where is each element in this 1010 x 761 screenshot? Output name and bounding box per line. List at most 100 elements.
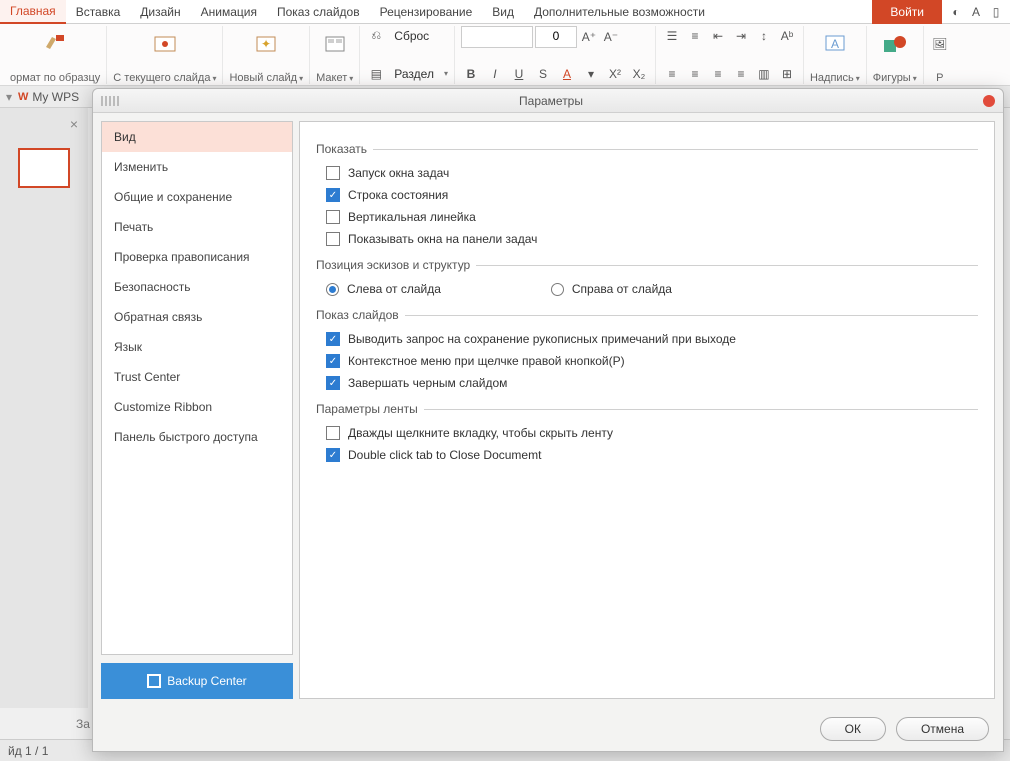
- columns-icon[interactable]: ▥: [754, 64, 774, 84]
- tab-insert[interactable]: Вставка: [66, 0, 131, 24]
- tab-design[interactable]: Дизайн: [130, 0, 190, 24]
- align-right-icon[interactable]: ≡: [708, 64, 728, 84]
- layout-label[interactable]: Макет: [316, 72, 353, 84]
- slide-thumbnail-1[interactable]: [18, 148, 70, 188]
- checkbox-icon[interactable]: [326, 332, 340, 346]
- textbox-label[interactable]: Надпись: [810, 72, 860, 84]
- tab-review[interactable]: Рецензирование: [370, 0, 483, 24]
- opt-context-menu[interactable]: Контекстное меню при щелчке правой кнопк…: [316, 350, 978, 372]
- font-a-icon[interactable]: A: [966, 2, 986, 22]
- align-center-icon[interactable]: ≡: [685, 64, 705, 84]
- text-dir-icon[interactable]: Aᵇ: [777, 26, 797, 46]
- close-dialog-icon[interactable]: [983, 95, 995, 107]
- tab-animation[interactable]: Анимация: [191, 0, 267, 24]
- checkbox-icon[interactable]: [326, 376, 340, 390]
- opt-label: Справа от слайда: [572, 282, 672, 296]
- align-justify-icon[interactable]: ≡: [731, 64, 751, 84]
- shapes-icon[interactable]: [881, 30, 909, 58]
- radio-icon[interactable]: [326, 283, 339, 296]
- cat-spellcheck[interactable]: Проверка правописания: [102, 242, 292, 272]
- from-current-label[interactable]: С текущего слайда: [113, 72, 216, 84]
- checkbox-icon[interactable]: [326, 426, 340, 440]
- font-color-icon[interactable]: A: [557, 64, 577, 84]
- close-pane-icon[interactable]: ×: [70, 116, 78, 132]
- grow-font-icon[interactable]: A⁺: [579, 27, 599, 47]
- underline-icon[interactable]: U: [509, 64, 529, 84]
- checkbox-icon[interactable]: [326, 210, 340, 224]
- section-label[interactable]: Раздел: [394, 67, 434, 81]
- subscript-icon[interactable]: X₂: [629, 64, 649, 84]
- font-family-combo[interactable]: [461, 26, 533, 48]
- section-icon[interactable]: ▤: [366, 64, 386, 84]
- opt-label: Выводить запрос на сохранение рукописных…: [348, 332, 736, 346]
- strike-icon[interactable]: S: [533, 64, 553, 84]
- status-slide-counter: йд 1 / 1: [8, 744, 48, 758]
- help-icon[interactable]: ▯: [986, 2, 1006, 22]
- superscript-icon[interactable]: X²: [605, 64, 625, 84]
- opt-status-bar[interactable]: Строка состояния: [316, 184, 978, 206]
- tab-home[interactable]: Главная: [0, 0, 66, 24]
- new-slide-icon[interactable]: ✦: [252, 30, 280, 58]
- layout-icon[interactable]: [321, 30, 349, 58]
- dropdown-arrow-icon[interactable]: ▾: [6, 90, 12, 104]
- opt-vertical-ruler[interactable]: Вертикальная линейка: [316, 206, 978, 228]
- opt-thumb-left[interactable]: Слева от слайда: [326, 278, 441, 300]
- cancel-button[interactable]: Отмена: [896, 717, 989, 741]
- slide-thumbnail-pane: ×: [0, 108, 88, 708]
- italic-icon[interactable]: I: [485, 64, 505, 84]
- tab-slideshow[interactable]: Показ слайдов: [267, 0, 370, 24]
- cat-trust-center[interactable]: Trust Center: [102, 362, 292, 392]
- reset-label[interactable]: Сброс: [394, 29, 429, 43]
- textbox-icon[interactable]: A: [821, 30, 849, 58]
- cat-language[interactable]: Язык: [102, 332, 292, 362]
- numbering-icon[interactable]: ≡: [685, 26, 705, 46]
- checkbox-icon[interactable]: [326, 188, 340, 202]
- cat-security[interactable]: Безопасность: [102, 272, 292, 302]
- tab-extras[interactable]: Дополнительные возможности: [524, 0, 715, 24]
- checkbox-icon[interactable]: [326, 448, 340, 462]
- checkbox-icon[interactable]: [326, 166, 340, 180]
- align-left-icon[interactable]: ≡: [662, 64, 682, 84]
- cat-quick-access[interactable]: Панель быстрого доступа: [102, 422, 292, 452]
- checkbox-icon[interactable]: [326, 354, 340, 368]
- tab-view[interactable]: Вид: [482, 0, 524, 24]
- align-dist-icon[interactable]: ⊞: [777, 64, 797, 84]
- opt-label: Завершать черным слайдом: [348, 376, 507, 390]
- login-button[interactable]: Войти: [872, 0, 942, 24]
- shapes-label[interactable]: Фигуры: [873, 72, 917, 84]
- cat-general-save[interactable]: Общие и сохранение: [102, 182, 292, 212]
- opt-save-ink[interactable]: Выводить запрос на сохранение рукописных…: [316, 328, 978, 350]
- dialog-titlebar[interactable]: Параметры: [93, 89, 1003, 113]
- new-slide-label[interactable]: Новый слайд: [229, 72, 303, 84]
- opt-dblclick-close[interactable]: Double click tab to Close Documemt: [316, 444, 978, 466]
- opt-label: Слева от слайда: [347, 282, 441, 296]
- bullets-icon[interactable]: ☰: [662, 26, 682, 46]
- opt-windows-taskbar[interactable]: Показывать окна на панели задач: [316, 228, 978, 250]
- indent-inc-icon[interactable]: ⇥: [731, 26, 751, 46]
- from-current-icon[interactable]: [151, 30, 179, 58]
- font-size-combo[interactable]: 0: [535, 26, 577, 48]
- opt-thumb-right[interactable]: Справа от слайда: [551, 278, 672, 300]
- indent-dec-icon[interactable]: ⇤: [708, 26, 728, 46]
- opt-dblclick-hide[interactable]: Дважды щелкните вкладку, чтобы скрыть ле…: [316, 422, 978, 444]
- cat-customize-ribbon[interactable]: Customize Ribbon: [102, 392, 292, 422]
- reset-icon[interactable]: ⎌: [366, 26, 386, 46]
- opt-task-pane[interactable]: Запуск окна задач: [316, 162, 978, 184]
- line-spacing-icon[interactable]: ↕: [754, 26, 774, 46]
- mywps-tab[interactable]: My WPS: [32, 90, 79, 104]
- cat-view[interactable]: Вид: [102, 122, 292, 152]
- image-icon[interactable]: 🖼: [930, 34, 950, 54]
- skin-icon[interactable]: ◐: [946, 2, 966, 22]
- cat-feedback[interactable]: Обратная связь: [102, 302, 292, 332]
- bold-icon[interactable]: B: [461, 64, 481, 84]
- cat-edit[interactable]: Изменить: [102, 152, 292, 182]
- ok-button[interactable]: ОК: [820, 717, 886, 741]
- opt-end-black[interactable]: Завершать черным слайдом: [316, 372, 978, 394]
- checkbox-icon[interactable]: [326, 232, 340, 246]
- format-painter-icon[interactable]: [41, 30, 69, 58]
- backup-center-button[interactable]: Backup Center: [101, 663, 293, 699]
- highlight-icon[interactable]: ▾: [581, 64, 601, 84]
- radio-icon[interactable]: [551, 283, 564, 296]
- shrink-font-icon[interactable]: A⁻: [601, 27, 621, 47]
- cat-print[interactable]: Печать: [102, 212, 292, 242]
